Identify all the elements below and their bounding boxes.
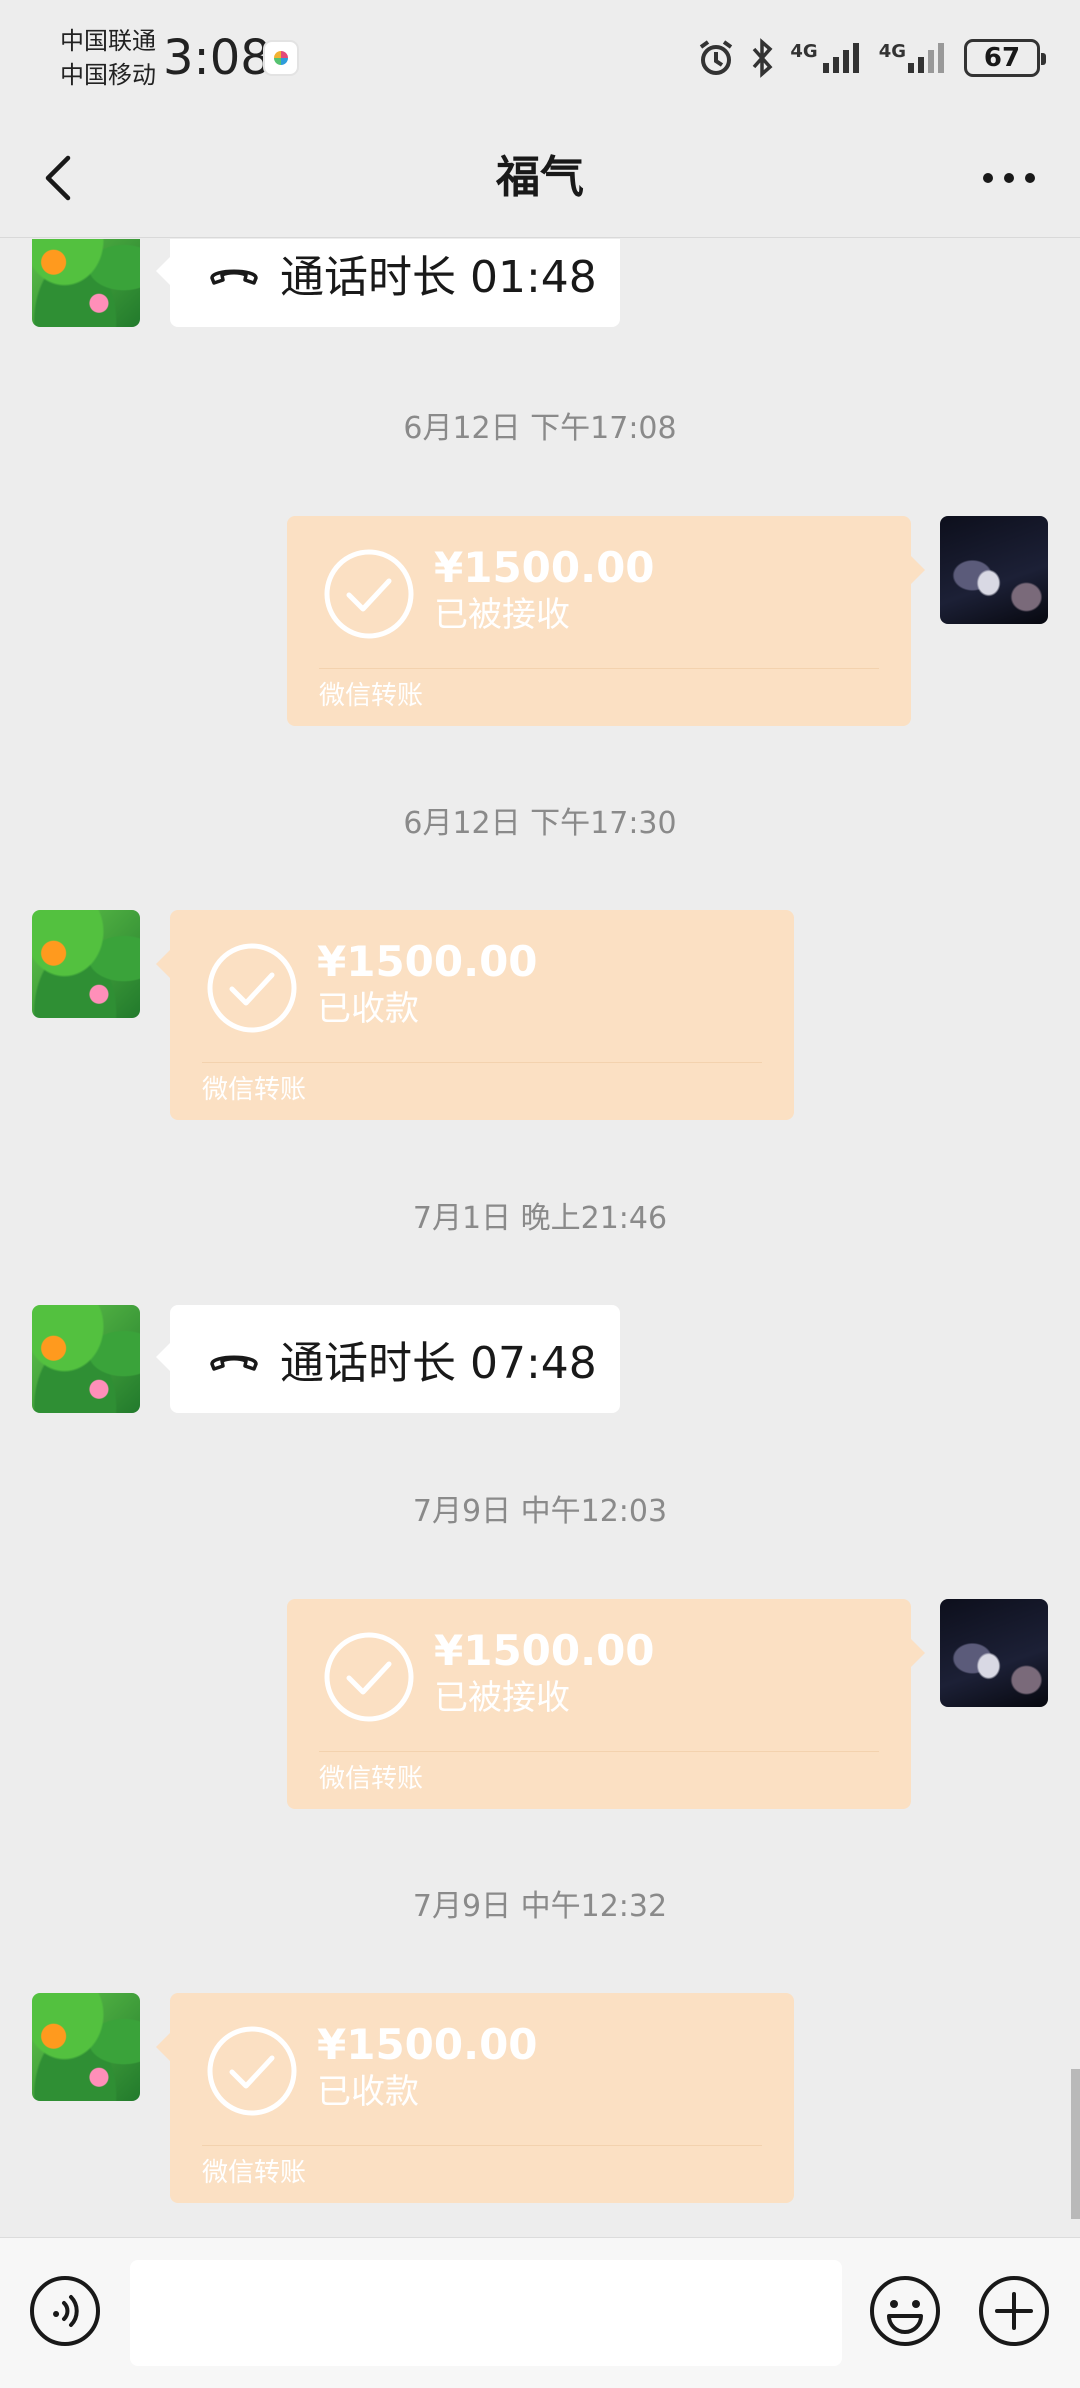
my-avatar[interactable]	[940, 516, 1048, 624]
transfer-amount: ¥1500.00	[434, 1626, 655, 1675]
more-actions-button[interactable]	[977, 2274, 1051, 2348]
transfer-bubble[interactable]: ¥1500.00 已收款 微信转账	[156, 910, 794, 1120]
transfer-bubble[interactable]: ¥1500.00 已被接收 微信转账	[287, 516, 925, 726]
transfer-status: 已收款	[317, 989, 419, 1029]
network-type-2: 4G	[878, 41, 906, 62]
call-duration: 通话时长 07:48	[280, 1338, 597, 1389]
carrier-2: 中国移动	[60, 61, 156, 89]
call-duration: 通话时长 01:48	[280, 252, 597, 303]
carrier-1: 中国联通	[60, 27, 156, 55]
call-record-bubble[interactable]: 通话时长 01:48	[156, 239, 620, 327]
signal-icon-2: 4G	[879, 41, 950, 75]
divider	[202, 1062, 762, 1063]
chat-header: 福气	[0, 118, 1080, 238]
phone-hangup-icon	[208, 260, 260, 286]
phone-hangup-icon	[208, 1346, 260, 1372]
app-notification-icon	[263, 40, 299, 76]
transfer-label: 微信转账	[202, 1075, 307, 1105]
contact-avatar[interactable]	[32, 910, 140, 1018]
more-button[interactable]	[974, 148, 1044, 208]
status-time: 3:08	[163, 30, 271, 86]
message-timestamp: 7月9日 中午12:32	[412, 1889, 668, 1924]
check-circle-icon	[207, 943, 297, 1033]
emoji-button[interactable]	[868, 2274, 942, 2348]
check-circle-icon	[324, 1632, 414, 1722]
divider	[202, 2145, 762, 2146]
divider	[319, 1751, 879, 1752]
input-bar	[0, 2237, 1080, 2388]
contact-avatar[interactable]	[32, 239, 140, 327]
my-avatar[interactable]	[940, 1599, 1048, 1707]
more-dots-icon	[983, 173, 1035, 183]
carrier-info: 中国联通 中国移动	[60, 24, 156, 92]
transfer-bubble[interactable]: ¥1500.00 已被接收 微信转账	[287, 1599, 925, 1809]
transfer-status: 已被接收	[434, 595, 570, 635]
status-bar: 中国联通 中国移动 3:08 4G 4G 67	[0, 0, 1080, 118]
plus-icon	[979, 2276, 1049, 2346]
contact-avatar[interactable]	[32, 1993, 140, 2101]
call-record-bubble[interactable]: 通话时长 07:48	[156, 1305, 620, 1413]
chat-messages[interactable]: 通话时长 01:48 6月12日 下午17:08 ¥1500.00 已被接收 微…	[0, 239, 1080, 2237]
transfer-amount: ¥1500.00	[317, 937, 538, 986]
check-circle-icon	[324, 549, 414, 639]
contact-avatar[interactable]	[32, 1305, 140, 1413]
signal-icon: 4G	[790, 41, 864, 75]
chat-title: 福气	[496, 152, 584, 203]
alarm-icon	[696, 38, 736, 78]
transfer-amount: ¥1500.00	[434, 543, 655, 592]
emoji-icon	[870, 2276, 940, 2346]
transfer-label: 微信转账	[202, 2158, 307, 2188]
message-timestamp: 7月9日 中午12:03	[412, 1494, 668, 1529]
voice-button[interactable]	[28, 2274, 102, 2348]
battery-icon: 67	[964, 39, 1046, 77]
transfer-bubble[interactable]: ¥1500.00 已收款 微信转账	[156, 1993, 794, 2203]
voice-icon	[30, 2276, 100, 2346]
transfer-status: 已收款	[317, 2072, 419, 2112]
transfer-label: 微信转账	[319, 1764, 424, 1794]
network-type-1: 4G	[790, 41, 818, 62]
bluetooth-icon	[750, 38, 776, 78]
check-circle-icon	[207, 2026, 297, 2116]
status-icons: 4G 4G 67	[696, 30, 1046, 86]
message-input[interactable]	[130, 2260, 842, 2366]
transfer-amount: ¥1500.00	[317, 2020, 538, 2069]
message-timestamp: 6月12日 下午17:30	[403, 806, 677, 841]
message-timestamp: 7月1日 晚上21:46	[412, 1201, 668, 1236]
transfer-label: 微信转账	[319, 681, 424, 711]
divider	[319, 668, 879, 669]
scrollbar-thumb[interactable]	[1071, 2069, 1080, 2219]
transfer-status: 已被接收	[434, 1678, 570, 1718]
message-timestamp: 6月12日 下午17:08	[403, 411, 677, 446]
battery-level: 67	[983, 43, 1021, 73]
